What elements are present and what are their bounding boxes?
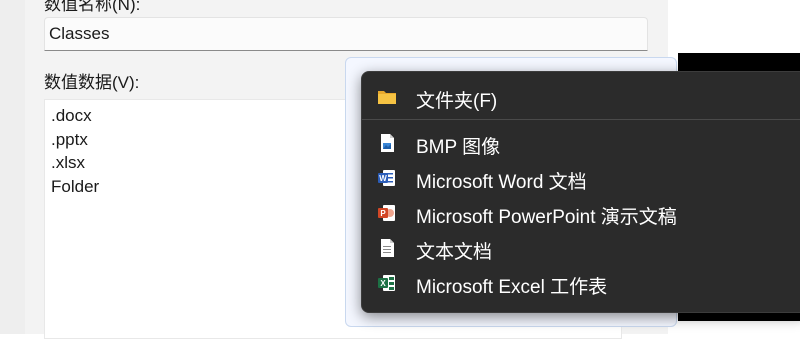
menu-item-new-powerpoint-presentation[interactable]: P Microsoft PowerPoint 演示文稿 xyxy=(362,196,800,230)
powerpoint-presentation-icon: P xyxy=(378,205,395,221)
dialog-left-edge xyxy=(0,0,25,334)
menu-item-label: 文件夹(F) xyxy=(416,91,498,112)
value-data-line: Folder xyxy=(51,177,100,196)
menu-item-label: Microsoft PowerPoint 演示文稿 xyxy=(416,207,677,228)
value-data-line: .docx xyxy=(51,106,92,125)
menu-separator xyxy=(362,119,800,120)
value-name-label: 数值名称(N): xyxy=(44,0,141,14)
excel-worksheet-icon: X xyxy=(378,275,395,291)
menu-item-new-folder[interactable]: 文件夹(F) xyxy=(362,80,800,114)
value-name-field[interactable]: Classes xyxy=(44,17,648,51)
menu-item-new-word-document[interactable]: W Microsoft Word 文档 xyxy=(362,161,800,195)
svg-text:P: P xyxy=(380,209,386,218)
new-item-context-menu: 文件夹(F) BMP 图像 W Microsoft Word 文档 P Micr… xyxy=(361,71,800,313)
value-data-line: .pptx xyxy=(51,130,88,149)
text-document-icon xyxy=(381,239,394,257)
menu-item-new-bmp-image[interactable]: BMP 图像 xyxy=(362,126,800,160)
value-data-line: .xlsx xyxy=(51,153,85,172)
svg-text:W: W xyxy=(379,174,387,183)
folder-icon xyxy=(378,91,396,104)
word-document-icon: W xyxy=(378,170,395,186)
menu-item-label: Microsoft Excel 工作表 xyxy=(416,277,608,298)
value-data-label: 数值数据(V): xyxy=(44,73,140,92)
menu-item-label: BMP 图像 xyxy=(416,137,501,158)
svg-text:X: X xyxy=(380,279,386,288)
bitmap-image-icon xyxy=(381,134,394,152)
menu-item-new-text-document[interactable]: 文本文档 xyxy=(362,231,800,265)
menu-item-label: 文本文档 xyxy=(416,242,493,263)
menu-item-new-excel-worksheet[interactable]: X Microsoft Excel 工作表 xyxy=(362,266,800,300)
menu-item-label: Microsoft Word 文档 xyxy=(416,172,587,193)
